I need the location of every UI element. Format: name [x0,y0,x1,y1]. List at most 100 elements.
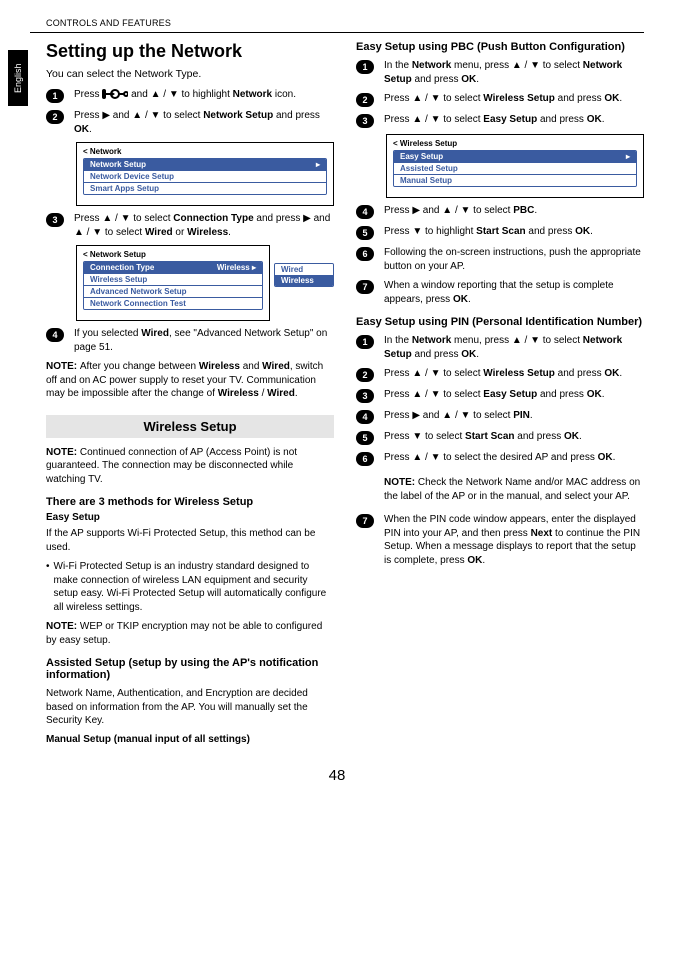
section-title: Setting up the Network [46,41,334,62]
menu-row: Network Connection Test [84,297,262,309]
step2-text-b: and press [273,110,320,121]
step-number-icon: 6 [356,247,374,261]
step2-bold1: Network Setup [203,110,273,121]
t: OK [598,452,613,463]
t: and press [412,74,461,85]
menu-row: Manual Setup [394,174,636,186]
step-2: 2 Press ▶ and ▲ / ▼ to select Network Se… [46,109,334,136]
note-paragraph: NOTE: WEP or TKIP encryption may not be … [46,620,334,647]
t: In the [384,60,412,71]
t: Press ▶ and ▲ / ▼ to select [384,205,513,216]
note-paragraph: NOTE: After you change between Wireless … [46,360,334,401]
assisted-setup-heading: Assisted Setup (setup by using the AP's … [46,657,334,681]
menu-row: Wireless Setup [84,273,262,285]
t: . [530,410,533,421]
note-label: NOTE: [384,477,415,488]
t: Easy Setup [483,389,537,400]
t: Wired [262,361,290,372]
menu-row: Assisted Setup [394,162,636,174]
t: Press ▲ / ▼ to select the desired AP and… [384,452,598,463]
step-number-icon: 2 [46,110,64,124]
t: WEP or TKIP encryption may not be able t… [46,621,322,646]
t: Next [531,528,553,539]
t: Start Scan [465,431,514,442]
t: PBC [513,205,534,216]
pbc-step-3: 3 Press ▲ / ▼ to select Easy Setup and p… [356,113,644,128]
network-menu-screenshot: < Network Network Setup▸ Network Device … [76,142,334,206]
step-number-icon: 7 [356,280,374,294]
manual-setup-heading: Manual Setup (manual input of all settin… [46,734,334,745]
network-setup-menu-screenshot: < Network Setup Connection TypeWireless … [76,245,334,321]
t: Wired [141,328,169,339]
pbc-step-2: 2 Press ▲ / ▼ to select Wireless Setup a… [356,92,644,107]
t: OK [587,389,602,400]
quick-menu-icon [102,89,128,99]
pin-step-5: 5 Press ▼ to select Start Scan and press… [356,430,644,445]
step-number-icon: 3 [356,389,374,403]
menu-row-selected: Network Setup▸ [84,159,326,170]
bullet-text: Wi-Fi Protected Setup is an industry sta… [54,560,334,614]
t: / [259,388,267,399]
right-column: Easy Setup using PBC (Push Button Config… [356,41,644,749]
t: Wireless [218,388,259,399]
t: . [602,114,605,125]
step-number-icon: 1 [356,60,374,74]
t: PIN [513,410,530,421]
t: and press [537,389,586,400]
t: Press ▶ and ▲ / ▼ to select [384,410,513,421]
pin-step-7: 7 When the PIN code window appears, ente… [356,513,644,567]
menu-row: Smart Apps Setup [84,182,326,194]
pin-step-6-note: NOTE: Check the Network Name and/or MAC … [384,476,644,503]
t: After you change between [80,361,199,372]
note-label: NOTE: [46,361,80,372]
t: . [468,294,471,305]
pin-step-6: 6 Press ▲ / ▼ to select the desired AP a… [356,451,644,466]
t: . [482,555,485,566]
t: Press ▲ / ▼ to select [74,213,173,224]
t: and press [555,368,604,379]
t: OK [564,431,579,442]
step-3: 3 Press ▲ / ▼ to select Connection Type … [46,212,334,239]
t: . [228,227,231,238]
t: If you selected [74,328,141,339]
t: Press ▲ / ▼ to select [384,114,483,125]
t: and press [412,349,461,360]
t: menu, press ▲ / ▼ to select [451,60,583,71]
wireless-setup-menu-screenshot: < Wireless Setup Easy Setup▸ Assisted Se… [386,134,644,198]
menu-title: < Network Setup [83,250,263,259]
step2-text-a: Press ▶ and ▲ / ▼ to select [74,110,203,121]
t: . [602,389,605,400]
step-number-icon: 3 [356,114,374,128]
page-number: 48 [30,767,644,784]
t: . [619,368,622,379]
t: Press ▲ / ▼ to select [384,389,483,400]
pin-step-4: 4 Press ▶ and ▲ / ▼ to select PIN. [356,409,644,424]
step-number-icon: 1 [356,335,374,349]
t: Continued connection of AP (Access Point… [46,447,297,485]
t: Press ▼ to select [384,431,465,442]
menu-row-selected: Easy Setup▸ [394,151,636,162]
t: OK [604,368,619,379]
bullet-item: • Wi-Fi Protected Setup is an industry s… [46,560,334,614]
step-number-icon: 3 [46,213,64,227]
t: Wireless [187,227,228,238]
pin-heading: Easy Setup using PIN (Personal Identific… [356,316,644,328]
t: and press [555,93,604,104]
note-label: NOTE: [46,621,80,632]
t: When a window reporting that the setup i… [384,280,614,305]
step-number-icon: 4 [356,205,374,219]
t: . [613,452,616,463]
t: In the [384,335,412,346]
step-number-icon: 7 [356,514,374,528]
t: and press [515,431,564,442]
step1-text-b: and ▲ / ▼ to highlight [128,89,232,100]
methods-heading: There are 3 methods for Wireless Setup [46,496,334,508]
intro-text: You can select the Network Type. [46,68,334,80]
note-label: NOTE: [46,447,77,458]
pbc-step-6: 6 Following the on-screen instructions, … [356,246,644,273]
t: Press ▼ to highlight [384,226,476,237]
t: . [579,431,582,442]
t: OK [604,93,619,104]
pbc-step-4: 4 Press ▶ and ▲ / ▼ to select PBC. [356,204,644,219]
menu-row: Network Device Setup [84,170,326,182]
